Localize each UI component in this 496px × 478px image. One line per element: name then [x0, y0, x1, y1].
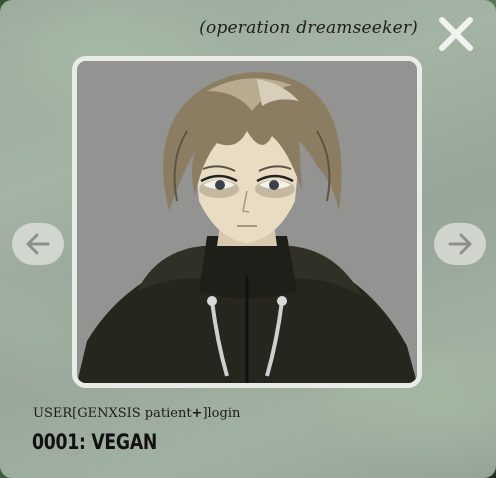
character-illustration — [77, 61, 417, 383]
window-title: (operation dreamseeker) — [199, 18, 418, 38]
character-portrait — [72, 56, 422, 388]
close-button[interactable] — [436, 14, 476, 54]
login-prefix: USER[GENXSIS patient — [33, 406, 192, 421]
login-panel: (operation dreamseeker) USER[GENXSIS pat… — [0, 0, 496, 478]
next-user-button[interactable] — [434, 223, 486, 265]
screen-background: (operation dreamseeker) USER[GENXSIS pat… — [0, 0, 496, 478]
arrow-left-icon — [26, 233, 50, 255]
login-suffix: ]login — [202, 406, 241, 421]
user-name[interactable]: 0001: VEGAN — [32, 430, 157, 454]
login-plus: + — [191, 406, 203, 421]
login-label: USER[GENXSIS patient+]login — [33, 406, 240, 421]
close-x-icon — [439, 17, 473, 51]
prev-user-button[interactable] — [12, 223, 64, 265]
arrow-right-icon — [448, 233, 472, 255]
